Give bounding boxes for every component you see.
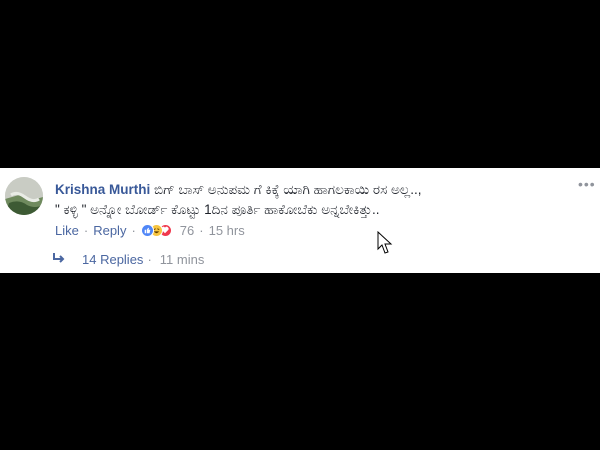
separator: ·	[147, 251, 152, 267]
comment-actions: Like · Reply · 76 · 15 hrs	[55, 221, 245, 239]
comment-text-line1: ಬಿಗ್ ಬಾಸ್ ಅನುಪಮ ಗೆ ಕಿಕ್ಕೆ ಯಾಗಿ ಹಾಗಲಕಾಯಿ …	[154, 182, 422, 197]
mouse-cursor-icon	[377, 231, 393, 254]
reply-button[interactable]: Reply	[93, 223, 126, 238]
reaction-count[interactable]: 76	[180, 223, 194, 238]
video-frame: Krishna Murthi ಬಿಗ್ ಬಾಸ್ ಅನುಪಮ ಗೆ ಕಿಕ್ಕೆ…	[0, 0, 600, 450]
reply-arrow-icon	[52, 251, 74, 267]
replies-timestamp: 11 mins	[159, 251, 205, 267]
comment-body: Krishna Murthi ಬಿಗ್ ಬಾಸ್ ಅನುಪಮ ಗೆ ಕಿಕ್ಕೆ…	[55, 180, 510, 220]
like-button[interactable]: Like	[55, 223, 79, 238]
comment-timestamp[interactable]: 15 hrs	[209, 223, 245, 238]
reaction-summary[interactable]	[140, 223, 172, 237]
comment-card: Krishna Murthi ಬಿಗ್ ಬಾಸ್ ಅನುಪಮ ಗೆ ಕಿಕ್ಕೆ…	[0, 168, 600, 273]
replies-count[interactable]: 14 Replies	[82, 252, 143, 267]
view-replies-link[interactable]: 14 Replies · 11 mins	[52, 251, 204, 267]
separator: ·	[83, 222, 89, 238]
comment-text-line2: " ಕಳ್ಳಿ " ಅನ್ನೋ ಬೋರ್ಡ್ ಕೊಟ್ಟು 1ದಿನ ಪೂರ್ತ…	[55, 202, 380, 217]
more-dots-icon[interactable]: •••	[578, 176, 596, 192]
separator: ·	[199, 222, 204, 238]
comment-author[interactable]: Krishna Murthi	[55, 182, 150, 197]
avatar[interactable]	[5, 177, 43, 215]
separator: ·	[131, 222, 136, 238]
like-icon	[140, 223, 154, 237]
